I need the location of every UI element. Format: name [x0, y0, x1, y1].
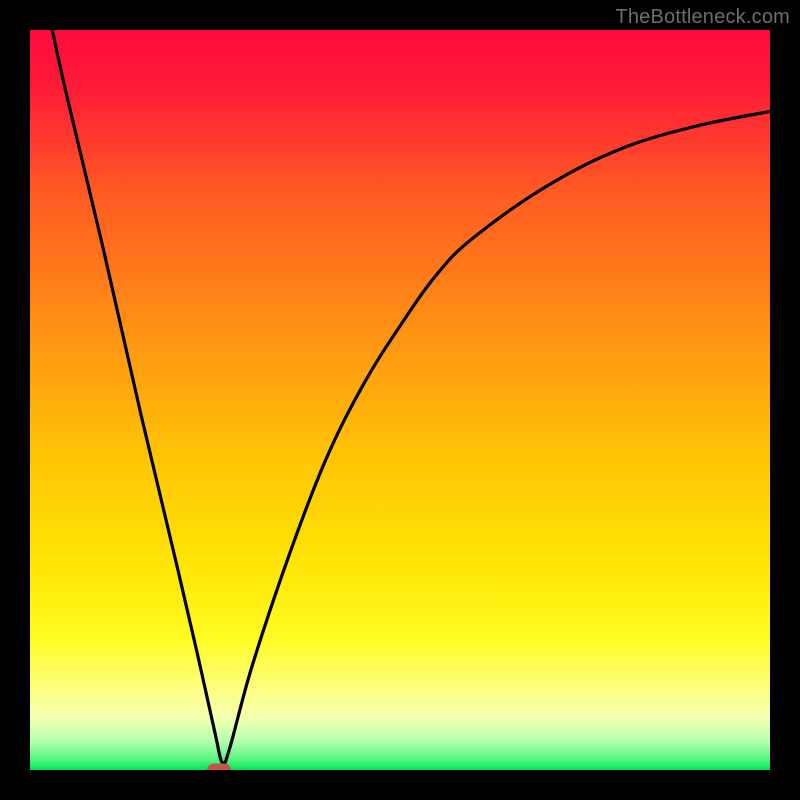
plot-area — [30, 30, 770, 770]
gradient-background — [30, 30, 770, 770]
minimum-marker — [207, 764, 231, 771]
watermark-text: TheBottleneck.com — [615, 6, 790, 29]
plot-svg — [30, 30, 770, 770]
chart-frame: TheBottleneck.com — [0, 0, 800, 800]
